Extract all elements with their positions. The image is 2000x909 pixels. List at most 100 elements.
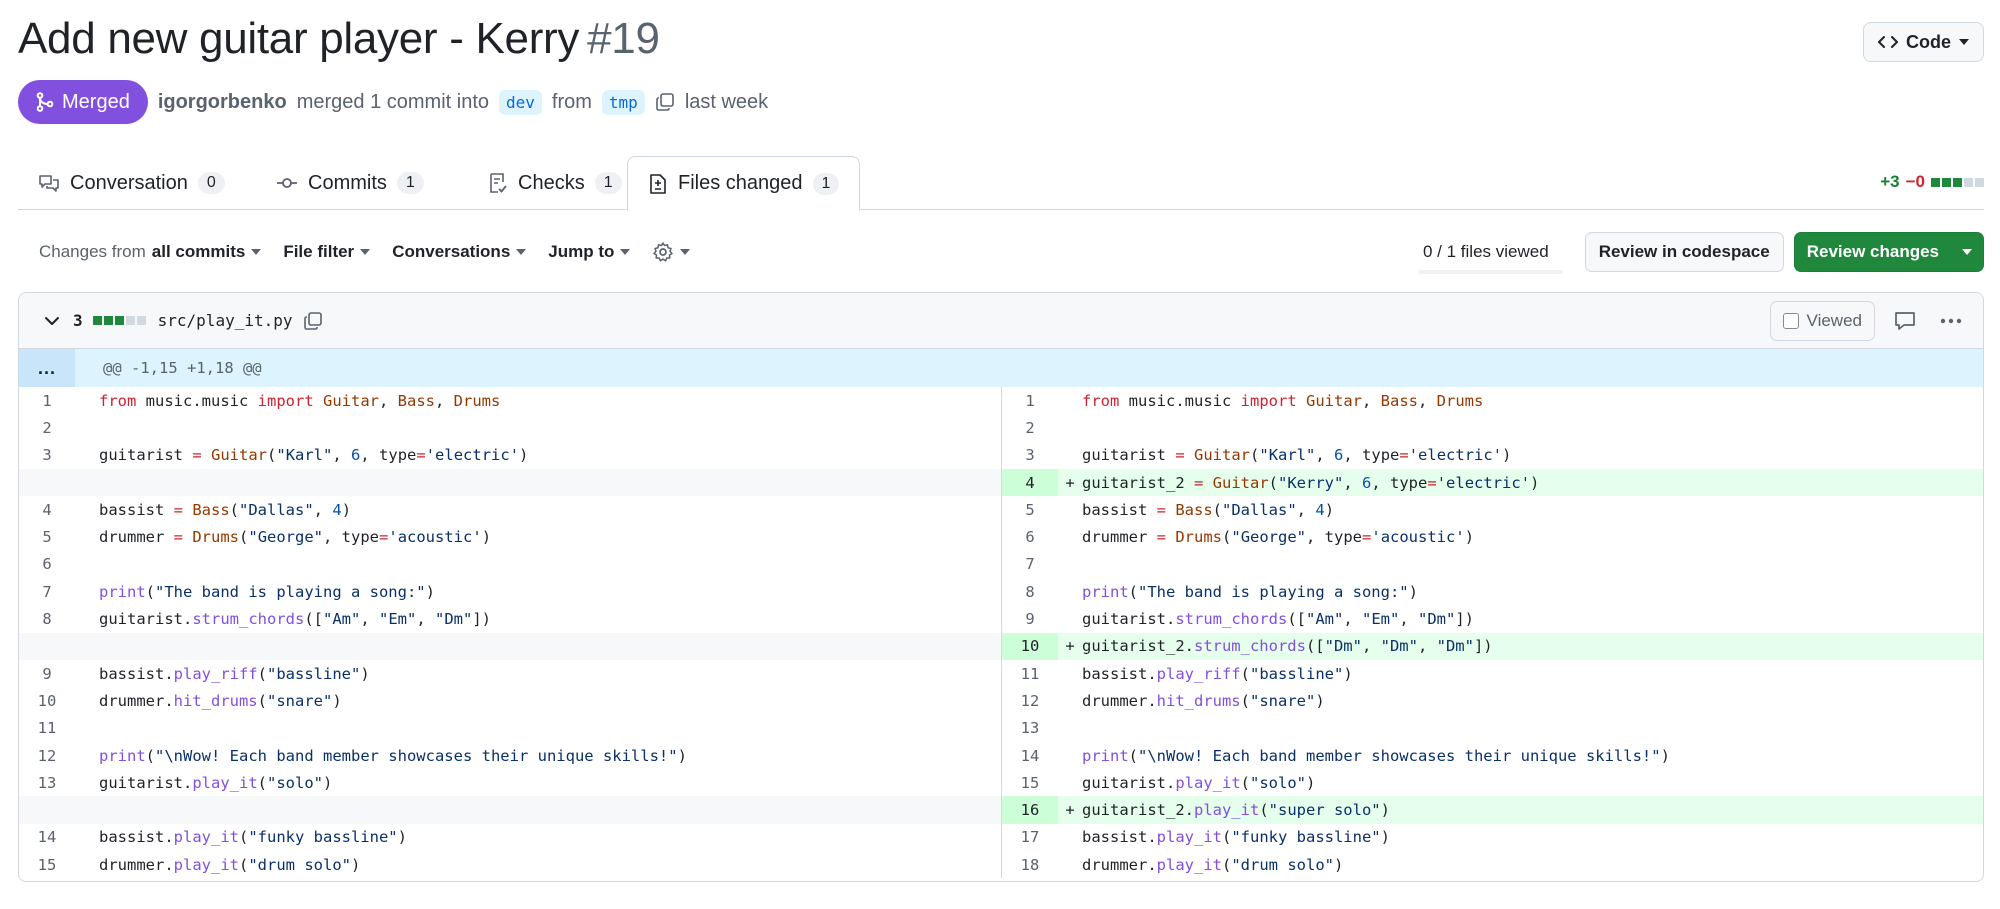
line-number[interactable]: 9 bbox=[1002, 605, 1058, 632]
line-number[interactable] bbox=[19, 632, 75, 660]
line-number[interactable]: 16 bbox=[1002, 796, 1058, 824]
file-path-link[interactable]: src/play_it.py bbox=[158, 311, 293, 330]
conversations-dropdown[interactable]: Conversations bbox=[392, 242, 527, 262]
code-token: play_riff bbox=[1156, 664, 1241, 683]
line-number[interactable]: 15 bbox=[19, 851, 75, 878]
code-token: ( bbox=[1250, 446, 1260, 465]
line-number[interactable]: 12 bbox=[1002, 687, 1058, 714]
code-token: "Em" bbox=[378, 610, 417, 629]
pr-meta: Merged igorgorbenko merged 1 commit into… bbox=[18, 80, 768, 124]
line-number[interactable]: 12 bbox=[19, 742, 75, 769]
code-token: Guitar bbox=[323, 391, 379, 410]
file-diff: 3 src/play_it.py Viewed ... @@ -1,15 +1,… bbox=[18, 292, 1984, 882]
code-token: "The band is playing a song:" bbox=[1138, 582, 1409, 601]
chevron-down-icon bbox=[1959, 39, 1969, 45]
tab-checks[interactable]: Checks 1 bbox=[468, 156, 642, 210]
code-token: ( bbox=[1240, 664, 1250, 683]
tab-commits[interactable]: Commits 1 bbox=[256, 156, 444, 210]
line-number[interactable]: 4 bbox=[1002, 468, 1058, 497]
comment-on-file-button[interactable] bbox=[1889, 305, 1921, 337]
hunk-header: ... @@ -1,15 +1,18 @@ bbox=[19, 349, 1983, 387]
copy-icon[interactable] bbox=[655, 92, 675, 112]
line-number[interactable]: 1 bbox=[1002, 387, 1058, 414]
code-token: ( bbox=[1240, 773, 1250, 792]
code-line: drummer.play_it("drum solo") bbox=[99, 856, 360, 874]
file-more-options-button[interactable] bbox=[1935, 305, 1967, 337]
jump-to-dropdown[interactable]: Jump to bbox=[548, 242, 631, 262]
files-viewed-progress: 0 / 1 files viewed bbox=[1409, 234, 1563, 274]
author-link[interactable]: igorgorbenko bbox=[158, 91, 287, 114]
code-line: bassist.play_riff("bassline") bbox=[99, 665, 370, 683]
line-number[interactable]: 17 bbox=[1002, 824, 1058, 851]
tab-files-changed[interactable]: Files changed 1 bbox=[627, 156, 861, 211]
file-filter-dropdown[interactable]: File filter bbox=[283, 242, 371, 262]
line-number[interactable]: 18 bbox=[1002, 851, 1058, 878]
code-token: "Karl" bbox=[1259, 446, 1316, 465]
tab-conversation[interactable]: Conversation 0 bbox=[18, 156, 245, 210]
code-token: ( bbox=[257, 691, 267, 710]
code-token: "\nWow! Each band member showcases their… bbox=[155, 746, 678, 765]
base-branch[interactable]: dev bbox=[499, 89, 542, 115]
line-number[interactable]: 4 bbox=[19, 496, 75, 523]
review-changes-dropdown[interactable] bbox=[1951, 233, 1983, 271]
code-token: drummer bbox=[99, 528, 174, 547]
head-branch[interactable]: tmp bbox=[601, 89, 645, 115]
git-merge-icon bbox=[36, 92, 54, 112]
line-number[interactable]: 7 bbox=[1002, 551, 1058, 578]
code-token: play_it bbox=[1193, 801, 1260, 820]
review-changes-button[interactable]: Review changes bbox=[1793, 232, 1984, 272]
line-number[interactable]: 5 bbox=[1002, 496, 1058, 523]
line-number[interactable]: 6 bbox=[1002, 523, 1058, 550]
line-number[interactable]: 14 bbox=[19, 824, 75, 851]
viewed-toggle[interactable]: Viewed bbox=[1769, 300, 1875, 341]
line-number[interactable]: 14 bbox=[1002, 742, 1058, 769]
line-number[interactable]: 3 bbox=[1002, 442, 1058, 469]
code-token: ( bbox=[1128, 582, 1139, 601]
line-number[interactable]: 13 bbox=[19, 769, 75, 796]
line-number[interactable]: 1 bbox=[19, 387, 75, 414]
code-token: from bbox=[99, 391, 137, 410]
line-number[interactable]: 11 bbox=[1002, 660, 1058, 687]
code-token: ( bbox=[1268, 473, 1279, 492]
diff-line: 4 bassist = Bass("Dallas", 4) bbox=[19, 496, 1001, 523]
code-token: drummer. bbox=[99, 691, 174, 710]
code-token: "Dm" bbox=[1324, 637, 1362, 656]
line-number[interactable]: 8 bbox=[1002, 578, 1058, 605]
review-in-codespace-button[interactable]: Review in codespace bbox=[1584, 232, 1784, 272]
code-button[interactable]: Code bbox=[1863, 22, 1984, 62]
viewed-checkbox[interactable] bbox=[1782, 312, 1799, 329]
line-number[interactable]: 10 bbox=[1002, 632, 1058, 660]
line-number[interactable]: 6 bbox=[19, 551, 75, 578]
diff-left-side: 1 from music.music import Guitar, Bass, D… bbox=[19, 387, 1001, 878]
code-token: 6 bbox=[351, 446, 361, 465]
copy-icon[interactable] bbox=[303, 311, 323, 331]
chevron-down-icon bbox=[360, 249, 371, 255]
chevron-down-icon bbox=[620, 249, 631, 255]
line-number[interactable]: 3 bbox=[19, 442, 75, 469]
diff-settings-dropdown[interactable] bbox=[652, 241, 691, 263]
chevron-down-icon bbox=[680, 249, 691, 255]
collapse-file-button[interactable] bbox=[43, 312, 61, 330]
code-token: , bbox=[1296, 500, 1316, 519]
line-number[interactable]: 11 bbox=[19, 715, 75, 742]
line-number[interactable]: 9 bbox=[19, 660, 75, 687]
line-number[interactable] bbox=[19, 796, 75, 824]
line-number[interactable]: 10 bbox=[19, 687, 75, 714]
code-line: guitarist_2.play_it("super solo") bbox=[1082, 801, 1390, 819]
line-number[interactable]: 5 bbox=[19, 523, 75, 550]
line-number[interactable]: 2 bbox=[19, 414, 75, 441]
line-number[interactable]: 2 bbox=[1002, 414, 1058, 441]
expand-hunk-button[interactable]: ... bbox=[19, 349, 75, 387]
code-token: , bbox=[379, 391, 398, 410]
file-filter-label: File filter bbox=[283, 242, 355, 261]
review-changes-label: Review changes bbox=[1806, 242, 1939, 261]
code-token: ( bbox=[257, 773, 267, 792]
line-number[interactable]: 8 bbox=[19, 605, 75, 632]
line-number[interactable]: 15 bbox=[1002, 769, 1058, 796]
changes-from-dropdown[interactable]: Changes from all commits bbox=[39, 242, 262, 262]
line-number[interactable] bbox=[19, 468, 75, 497]
line-number[interactable]: 7 bbox=[19, 578, 75, 605]
line-number[interactable]: 13 bbox=[1002, 715, 1058, 742]
